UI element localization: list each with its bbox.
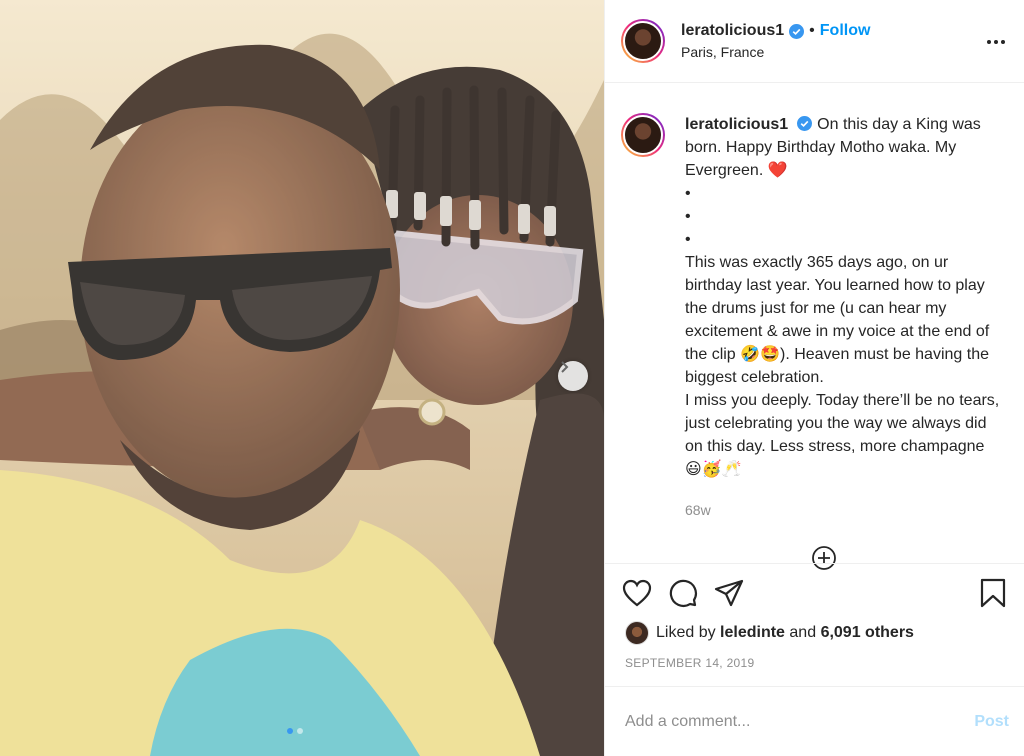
post-photo[interactable]: [0, 0, 604, 756]
post-header: leratolicious1 • Follow Paris, France: [605, 0, 1024, 83]
comment-bar: Post: [605, 686, 1024, 756]
caption-bullet: •: [685, 208, 691, 225]
caption-avatar[interactable]: [621, 113, 665, 157]
carousel-dot: [297, 728, 303, 734]
header-separator: •: [809, 22, 815, 39]
carousel-indicator: [287, 728, 303, 734]
follow-button[interactable]: Follow: [820, 22, 871, 40]
bookmark-icon: [980, 578, 1006, 607]
chevron-right-icon: [561, 361, 569, 373]
save-button[interactable]: [977, 577, 1009, 609]
more-options-icon: [987, 40, 1005, 44]
liked-by-prefix: Liked by: [656, 624, 716, 641]
post-date[interactable]: SEPTEMBER 14, 2019: [625, 656, 754, 670]
like-button[interactable]: [621, 577, 653, 609]
heart-icon: [622, 579, 652, 606]
verified-badge-icon: [797, 116, 813, 131]
post-comment-button[interactable]: Post: [974, 713, 1009, 731]
more-options-button[interactable]: [986, 32, 1006, 52]
carousel-next-button[interactable]: [558, 361, 588, 391]
caption-paragraph: This was exactly 365 days ago, on ur bir…: [685, 254, 994, 386]
post-actions: [605, 563, 1024, 621]
comment-icon: [669, 579, 697, 607]
comment-input[interactable]: [625, 712, 975, 731]
caption-paragraph: I miss you deeply. Today there’ll be no …: [685, 392, 1004, 478]
verified-badge-icon: [789, 23, 805, 39]
post-side-panel: leratolicious1 • Follow Paris, France le…: [604, 0, 1024, 756]
post-age[interactable]: 68w: [685, 499, 1005, 522]
caption-bullet: •: [685, 231, 691, 248]
post-caption: leratolicious1 On this day a King was bor…: [621, 113, 1009, 522]
liked-by-others[interactable]: 6,091 others: [821, 624, 914, 642]
photo-illustration: [0, 0, 604, 756]
liked-by-and: and: [789, 624, 817, 641]
liked-by-user[interactable]: leledinte: [720, 624, 785, 642]
caption-line-first: leratolicious1 On this day a King was bor…: [685, 113, 1005, 182]
share-icon: [714, 579, 744, 606]
carousel-dot-active: [287, 728, 293, 734]
share-button[interactable]: [713, 577, 745, 609]
likes-summary: Liked by leledinte and 6,091 others: [625, 621, 914, 645]
post-location[interactable]: Paris, France: [681, 44, 870, 60]
caption-bullet: •: [685, 185, 691, 202]
caption-username[interactable]: leratolicious1: [685, 116, 788, 133]
author-username[interactable]: leratolicious1: [681, 22, 784, 40]
liker-avatar[interactable]: [625, 621, 649, 645]
comments-area[interactable]: leratolicious1 On this day a King was bor…: [605, 83, 1024, 563]
comment-button[interactable]: [667, 577, 699, 609]
author-avatar[interactable]: [621, 19, 665, 63]
